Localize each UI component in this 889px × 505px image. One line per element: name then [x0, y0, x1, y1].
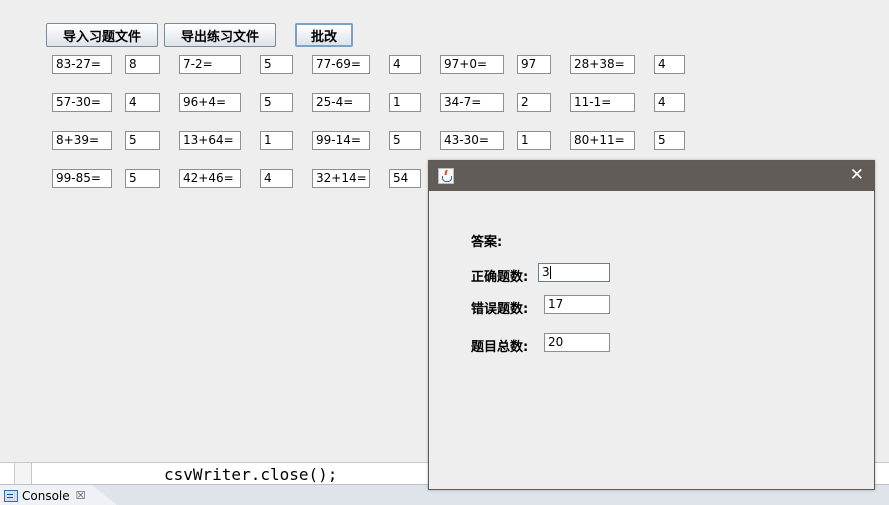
question-field: 11-1=: [570, 93, 635, 112]
answer-input[interactable]: 4: [125, 93, 160, 112]
answer-input[interactable]: 1: [260, 131, 293, 150]
answer-input[interactable]: 8: [125, 55, 160, 74]
answer-label: 答案:: [471, 235, 503, 250]
question-field: 42+46=: [179, 169, 241, 188]
answer-input[interactable]: 5: [125, 169, 160, 188]
question-field: 43-30=: [440, 131, 504, 150]
close-icon[interactable]: ✕: [850, 166, 864, 184]
question-field: 77-69=: [312, 55, 370, 74]
answer-input[interactable]: 4: [389, 55, 421, 74]
java-cup-icon: [438, 168, 454, 184]
wrong-count-label: 错误题数:: [471, 302, 529, 317]
console-tab-label: Console: [22, 488, 70, 503]
answer-input[interactable]: 2: [517, 93, 551, 112]
question-field: 28+38=: [570, 55, 635, 74]
question-field: 96+4=: [179, 93, 241, 112]
answer-input[interactable]: 54: [389, 169, 421, 188]
editor-gutter: [14, 463, 32, 485]
answer-input[interactable]: 5: [260, 93, 293, 112]
code-line: csvWriter.close();: [164, 465, 338, 484]
answer-input[interactable]: 1: [389, 93, 421, 112]
question-field: 7-2=: [179, 55, 241, 74]
answer-input[interactable]: 1: [517, 131, 551, 150]
text-caret: [549, 266, 551, 279]
correct-count-field[interactable]: 3: [538, 263, 610, 282]
question-field: 8+39=: [52, 131, 112, 150]
total-count-label: 题目总数:: [471, 340, 529, 355]
correct-count-label: 正确题数:: [471, 270, 529, 285]
question-field: 99-14=: [312, 131, 370, 150]
grading-result-dialog: ✕ 答案: 正确题数: 3 错误题数: 17 题目总数: 20: [428, 160, 875, 490]
question-field: 57-30=: [52, 93, 112, 112]
question-field: 97+0=: [440, 55, 504, 74]
answer-input[interactable]: 5: [654, 131, 685, 150]
console-icon: [4, 489, 18, 502]
answer-input[interactable]: 97: [517, 55, 551, 74]
question-field: 25-4=: [312, 93, 370, 112]
console-tab[interactable]: Console ☒: [0, 485, 118, 505]
answer-input[interactable]: 5: [260, 55, 293, 74]
answer-input[interactable]: 4: [654, 93, 685, 112]
answer-input[interactable]: 5: [389, 131, 421, 150]
export-practice-file-button[interactable]: 导出练习文件: [164, 23, 276, 47]
question-field: 32+14=: [312, 169, 370, 188]
dialog-titlebar[interactable]: ✕: [429, 161, 874, 191]
import-exercise-file-button[interactable]: 导入习题文件: [46, 23, 158, 47]
question-field: 99-85=: [52, 169, 112, 188]
question-field: 83-27=: [52, 55, 112, 74]
answer-input[interactable]: 5: [125, 131, 160, 150]
wrong-count-field[interactable]: 17: [544, 295, 610, 314]
answer-input[interactable]: 4: [260, 169, 293, 188]
answer-input[interactable]: 4: [654, 55, 685, 74]
close-icon[interactable]: ☒: [76, 489, 86, 502]
question-field: 13+64=: [179, 131, 241, 150]
question-field: 34-7=: [440, 93, 504, 112]
correct-count-value: 3: [542, 265, 550, 279]
question-field: 80+11=: [570, 131, 635, 150]
total-count-field[interactable]: 20: [544, 333, 610, 352]
grade-button[interactable]: 批改: [295, 23, 353, 47]
